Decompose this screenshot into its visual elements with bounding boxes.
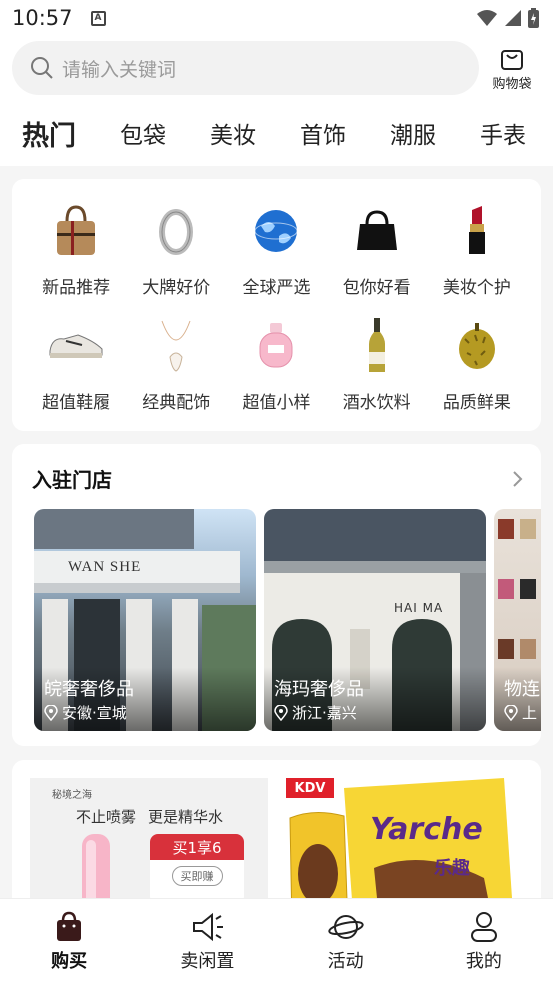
- store-card[interactable]: 物连 上: [494, 509, 541, 731]
- tab-makeup[interactable]: 美妆: [210, 116, 256, 150]
- tab-jewelry[interactable]: 首饰: [300, 116, 346, 150]
- black-bag-icon: [347, 201, 407, 261]
- category-item[interactable]: 包你好看: [327, 201, 427, 298]
- wifi-icon: [477, 10, 497, 26]
- nav-activity-label: 活动: [327, 950, 364, 972]
- nav-sell-label: 卖闲置: [180, 950, 235, 972]
- category-item[interactable]: 经典配饰: [126, 316, 226, 413]
- tab-bags[interactable]: 包袋: [120, 116, 166, 150]
- category-item[interactable]: 超值鞋履: [26, 316, 126, 413]
- tab-watches[interactable]: 手表: [480, 116, 526, 150]
- nav-sell[interactable]: 卖闲置: [157, 911, 257, 973]
- planet-icon: [327, 914, 364, 939]
- store-location: 浙江·嘉兴: [274, 702, 357, 723]
- globe-icon: [246, 201, 306, 261]
- snack-cn-name: 乐趣: [434, 858, 470, 879]
- category-label: 美妆个护: [442, 278, 511, 298]
- category-label: 大牌好价: [142, 278, 211, 298]
- category-item[interactable]: 超值小样: [226, 316, 326, 413]
- category-label: 全球严选: [242, 278, 311, 298]
- chevron-right-icon[interactable]: [511, 470, 523, 488]
- category-tabs: 热门 包袋 美妆 首饰 潮服 手表: [0, 100, 553, 166]
- necklace-icon: [146, 316, 206, 376]
- search-input[interactable]: 请输入关键词: [12, 41, 479, 95]
- notification-a-icon: A: [90, 10, 106, 26]
- sneaker-icon: [46, 316, 106, 376]
- bottom-navigation: 购买 卖闲置 活动 我的: [0, 898, 553, 984]
- store-location-text: 上: [522, 704, 538, 722]
- category-item[interactable]: 品质鲜果: [427, 316, 527, 413]
- snack-brand-name: Yarche: [370, 812, 483, 847]
- shopping-bag-icon: [57, 911, 82, 941]
- user-icon: [470, 911, 497, 942]
- category-label: 品质鲜果: [442, 393, 511, 413]
- nav-buy[interactable]: 购买: [19, 911, 119, 973]
- promo-buy-button[interactable]: 买即赚: [171, 866, 223, 886]
- promo-line2: 更是精华水: [148, 808, 224, 826]
- lipstick-icon: [447, 201, 507, 261]
- category-label: 包你好看: [342, 278, 411, 298]
- status-time: 10:57: [12, 6, 73, 30]
- store-location: 安徽·宣城: [44, 702, 127, 723]
- category-label: 超值鞋履: [42, 393, 111, 413]
- location-pin-icon: [274, 704, 288, 721]
- promo-line1: 不止喷雾: [76, 808, 137, 826]
- store-card[interactable]: WAN SHE 皖奢奢侈品 安徽·宣城: [34, 509, 256, 731]
- search-icon: [31, 57, 53, 79]
- search-placeholder: 请输入关键词: [62, 58, 177, 81]
- status-bar: 10:57 A: [0, 0, 553, 36]
- stores-title: 入驻门店: [32, 468, 112, 492]
- megaphone-icon: [193, 912, 224, 941]
- signal-icon: [505, 10, 521, 26]
- battery-icon: [528, 8, 539, 28]
- category-label: 超值小样: [242, 393, 311, 413]
- store-name: 物连: [504, 679, 540, 700]
- wine-bottle-icon: [347, 316, 407, 376]
- perfume-icon: [246, 316, 306, 376]
- tab-hot[interactable]: 热门: [22, 114, 76, 153]
- nav-buy-label: 购买: [51, 950, 88, 972]
- store-location-text: 安徽·宣城: [62, 704, 127, 722]
- category-label: 经典配饰: [142, 393, 211, 413]
- promo-badge: 买1享6 买即赚: [150, 834, 244, 904]
- store-name: 皖奢奢侈品: [44, 679, 134, 700]
- category-item[interactable]: 全球严选: [226, 201, 326, 298]
- location-pin-icon: [44, 704, 58, 721]
- category-label: 酒水饮料: [342, 393, 411, 413]
- category-item[interactable]: 大牌好价: [126, 201, 226, 298]
- category-item[interactable]: 美妆个护: [427, 201, 527, 298]
- store-sign: HAI MA: [394, 601, 444, 615]
- location-pin-icon: [504, 704, 518, 721]
- header: 请输入关键词 购物袋: [0, 36, 553, 100]
- nav-mine-label: 我的: [465, 950, 502, 972]
- category-item[interactable]: 酒水饮料: [327, 316, 427, 413]
- store-location-text: 浙江·嘉兴: [292, 704, 357, 722]
- ring-icon: [146, 201, 206, 261]
- nav-activity[interactable]: 活动: [296, 911, 396, 973]
- tab-fashion[interactable]: 潮服: [390, 116, 436, 150]
- promo-badge-text: 买1享6: [172, 838, 222, 857]
- category-card: 新品推荐 大牌好价 全球严选 包你好看 美妆个护 超值鞋履 经典配饰 超值小样 …: [12, 179, 541, 431]
- stores-card: 入驻门店 WAN SHE 皖奢奢侈品 安徽·宣城 HAI MA 海玛奢侈品 浙江…: [12, 444, 541, 746]
- shopping-bag-icon: [501, 49, 523, 70]
- promo-brand: 秘境之海: [52, 790, 92, 801]
- category-item[interactable]: 新品推荐: [26, 201, 126, 298]
- store-location: 上: [504, 702, 537, 723]
- handbag-icon: [46, 201, 106, 261]
- shopping-bag-button[interactable]: 购物袋: [483, 45, 541, 92]
- store-card[interactable]: HAI MA 海玛奢侈品 浙江·嘉兴: [264, 509, 486, 731]
- durian-icon: [447, 316, 507, 376]
- store-name: 海玛奢侈品: [274, 679, 364, 700]
- promo-card: 秘境之海 不止喷雾 更是精华水 买1享6 买即赚 KDV Yarche 乐趣: [12, 760, 541, 920]
- store-sign: WAN SHE: [68, 559, 142, 575]
- shopping-bag-label: 购物袋: [492, 76, 532, 92]
- nav-mine[interactable]: 我的: [434, 911, 534, 973]
- category-label: 新品推荐: [42, 278, 111, 298]
